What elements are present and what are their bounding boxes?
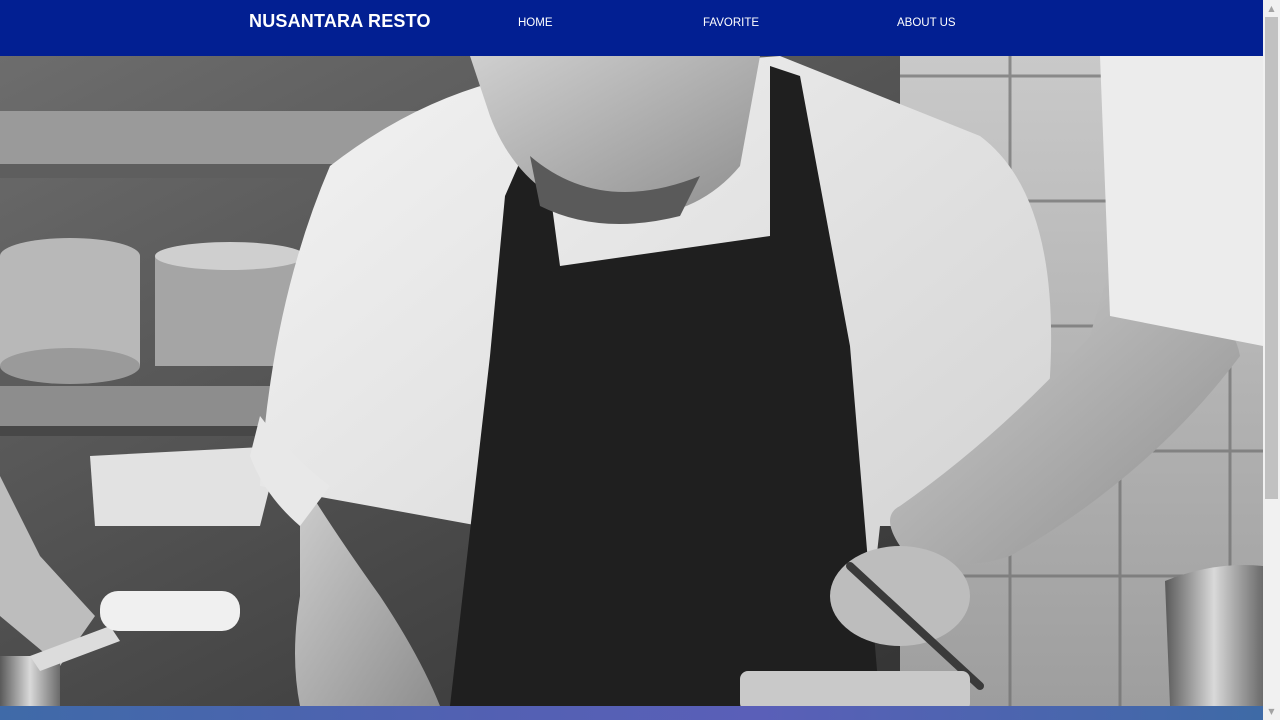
scroll-up-arrow-icon[interactable]: ▲ xyxy=(1263,0,1280,17)
navbar: NUSANTARA RESTO HOME FAVORITE ABOUT US xyxy=(0,0,1263,56)
chef-photo-icon xyxy=(0,56,1263,706)
hero-section xyxy=(0,56,1263,706)
nav-link-favorite[interactable]: FAVORITE xyxy=(703,17,759,29)
brand-logo-link[interactable]: NUSANTARA RESTO xyxy=(249,11,431,32)
nav-link-about-us[interactable]: ABOUT US xyxy=(897,17,956,29)
vertical-scrollbar[interactable]: ▲ ▼ xyxy=(1263,0,1280,720)
bottom-section-strip xyxy=(0,706,1263,720)
scroll-down-arrow-icon[interactable]: ▼ xyxy=(1263,703,1280,720)
scrollbar-thumb[interactable] xyxy=(1265,17,1278,499)
nav-link-home[interactable]: HOME xyxy=(518,17,553,29)
page: NUSANTARA RESTO HOME FAVORITE ABOUT US xyxy=(0,0,1263,720)
